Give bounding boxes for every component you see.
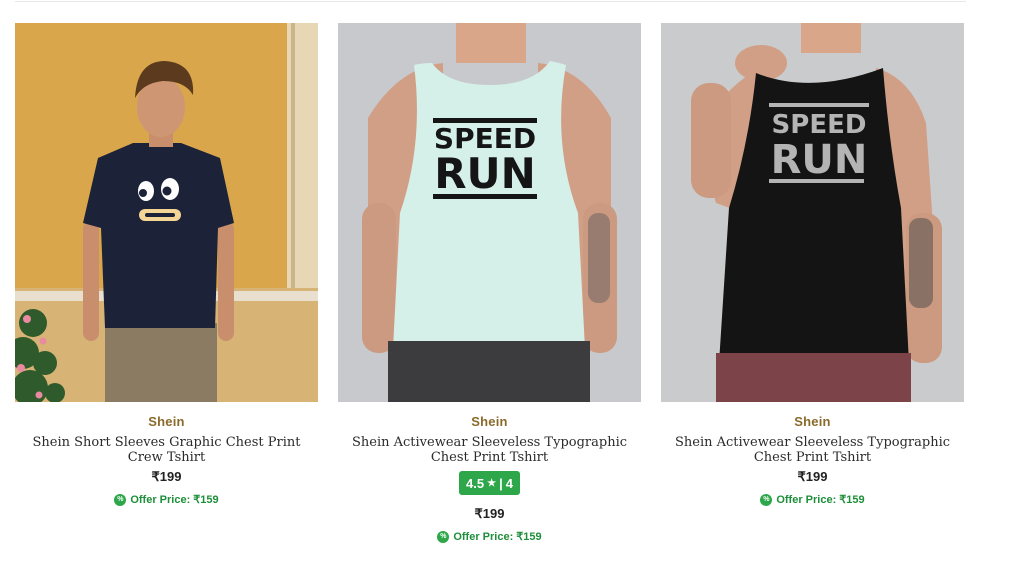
rating-value: 4.5 <box>466 475 485 491</box>
product-grid: Shein Shein Short Sleeves Graphic Chest … <box>15 23 964 543</box>
product-image[interactable] <box>15 23 318 402</box>
discount-icon: % <box>437 530 450 543</box>
star-icon: ★ <box>487 477 497 489</box>
price: ₹199 <box>474 506 505 521</box>
offer-price-text: Offer Price: ₹159 <box>453 531 542 543</box>
product-listing-page: Shein Shein Short Sleeves Graphic Chest … <box>0 0 1010 565</box>
product-title[interactable]: Shein Activewear Sleeveless Typographic … <box>347 435 632 465</box>
product-card[interactable]: SPEED RUN Shein Shein Activewear Sleevel… <box>661 23 964 543</box>
brand-name: Shein <box>148 414 185 429</box>
product-card[interactable]: SPEED RUN Shein Shein Activewear Sleevel… <box>338 23 641 543</box>
discount-icon: % <box>760 493 773 506</box>
rating-count: 4 <box>505 475 513 491</box>
product-title[interactable]: Shein Short Sleeves Graphic Chest Print … <box>24 435 309 465</box>
top-divider <box>15 1 966 2</box>
brand-name: Shein <box>471 414 508 429</box>
rating-badge: 4.5 ★ | 4 <box>459 471 520 495</box>
graphic-line-2: RUN <box>771 137 868 183</box>
rating-separator: | <box>499 475 503 491</box>
product-image[interactable]: SPEED RUN <box>661 23 964 402</box>
price: ₹199 <box>151 469 182 484</box>
graphic-line-2: RUN <box>434 149 536 198</box>
product-card[interactable]: Shein Shein Short Sleeves Graphic Chest … <box>15 23 318 543</box>
offer-price-text: Offer Price: ₹159 <box>130 494 219 506</box>
price: ₹199 <box>797 469 828 484</box>
offer-price: % Offer Price: ₹159 <box>114 493 219 506</box>
product-title[interactable]: Shein Activewear Sleeveless Typographic … <box>670 435 955 465</box>
discount-icon: % <box>114 493 127 506</box>
offer-price: % Offer Price: ₹159 <box>760 493 865 506</box>
brand-name: Shein <box>794 414 831 429</box>
graphic-line-1: SPEED <box>772 110 867 140</box>
offer-price-text: Offer Price: ₹159 <box>776 494 865 506</box>
product-image[interactable]: SPEED RUN <box>338 23 641 402</box>
offer-price: % Offer Price: ₹159 <box>437 530 542 543</box>
